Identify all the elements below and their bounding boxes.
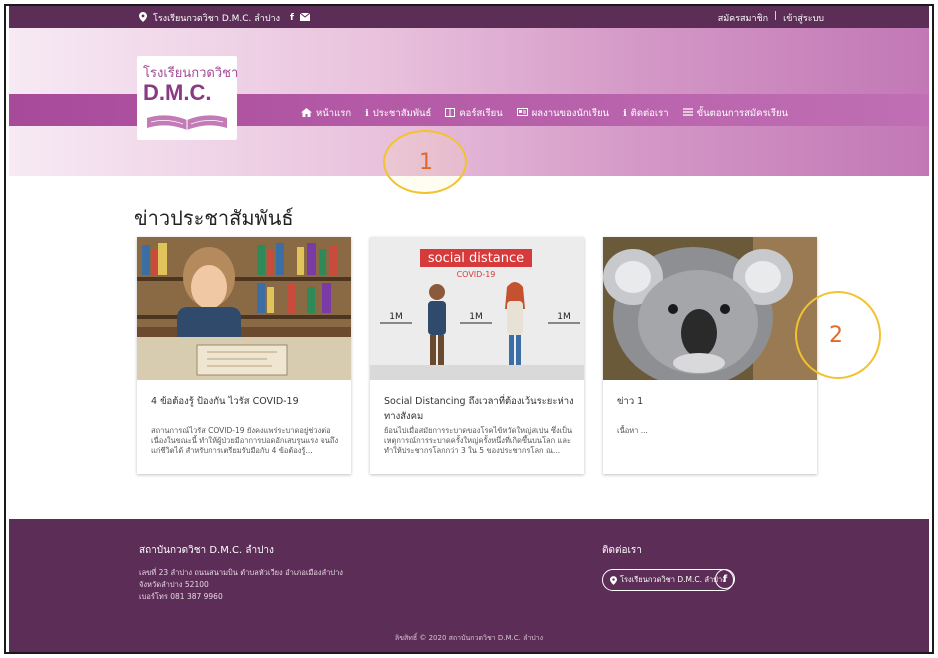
nav-label: ขั้นตอนการสมัครเรียน — [696, 108, 789, 119]
topbar-location-link[interactable]: โรงเรียนกวดวิชา D.M.C. ลำปาง — [153, 11, 280, 25]
home-icon — [301, 107, 312, 120]
card-image-social-distance[interactable]: social distance COVID-19 1M 1M 1M — [370, 237, 584, 380]
address-line: เลขที่ 23 ลำปาง ถนนสนามบิน ตำบลหัวเวียง … — [139, 568, 343, 577]
annotation-circle-2: 2 — [795, 291, 881, 379]
footer-contact-heading: ติดต่อเรา — [602, 545, 642, 556]
nav-label: ประชาสัมพันธ์ — [372, 108, 432, 119]
nav-item-home[interactable]: หน้าแรก — [301, 106, 351, 121]
phone-line: เบอร์โทร 081 387 9960 — [139, 592, 223, 601]
card-excerpt: สถานการณ์ไวรัส COVID-19 ยังคงแพร่ระบาดอย… — [151, 426, 339, 455]
book-icon — [445, 107, 456, 120]
annotation-circle-1: 1 — [383, 130, 467, 194]
logo-text-dmc: D.M.C. — [143, 80, 212, 105]
section-title: ข่าวประชาสัมพันธ์ — [134, 206, 294, 230]
card-title[interactable]: 4 ข้อต้องรู้ ป้องกัน ไวรัส COVID-19 — [151, 394, 341, 409]
main-nav: หน้าแรก i ประชาสัมพันธ์ คอร์สเรียน ผลงาน… — [301, 106, 788, 121]
login-link[interactable]: เข้าสู่ระบบ — [783, 11, 824, 25]
copyright: ลิขสิทธิ์ © 2020 สถาบันกวดวิชา D.M.C. ลำ… — [394, 634, 544, 642]
banner-text: social distance — [428, 251, 524, 266]
distance-label: 1M — [469, 312, 483, 322]
card-excerpt: เนื้อหา ... — [617, 426, 648, 435]
annotation-number: 2 — [829, 323, 843, 348]
page: โรงเรียนกวดวิชา D.M.C. ลำปาง f สมัครสมาช… — [9, 6, 929, 652]
site-logo[interactable]: โรงเรียนกวดวิชา D.M.C. — [137, 56, 238, 140]
news-card[interactable]: 4 ข้อต้องรู้ ป้องกัน ไวรัส COVID-19 สถาน… — [137, 237, 351, 474]
address-line: จังหวัดลำปาง 52100 — [139, 580, 209, 589]
separator: | — [774, 11, 778, 21]
footer-address: เลขที่ 23 ลำปาง ถนนสนามบิน ตำบลหัวเวียง … — [139, 567, 343, 603]
nav-label: คอร์สเรียน — [459, 108, 503, 119]
nav-item-news[interactable]: i ประชาสัมพันธ์ — [365, 106, 431, 121]
browser-frame: โรงเรียนกวดวิชา D.M.C. ลำปาง f สมัครสมาช… — [4, 4, 934, 654]
facebook-icon: f — [722, 573, 728, 585]
card-title[interactable]: ข่าว 1 — [617, 394, 807, 409]
top-bar: โรงเรียนกวดวิชา D.M.C. ลำปาง f สมัครสมาช… — [9, 6, 929, 28]
news-card[interactable]: ข่าว 1 เนื้อหา ... — [603, 237, 817, 474]
site-footer: สถาบันกวดวิชา D.M.C. ลำปาง เลขที่ 23 ลำป… — [9, 519, 929, 652]
card-title[interactable]: Social Distancing ถึงเวลาที่ต้องเว้นระยะ… — [384, 394, 574, 424]
mail-icon[interactable] — [299, 12, 311, 24]
footer-org-name: สถาบันกวดวิชา D.M.C. ลำปาง — [139, 545, 274, 556]
nav-label: หน้าแรก — [316, 108, 352, 119]
info-icon: i — [623, 108, 627, 119]
card-image-child-reading[interactable] — [137, 237, 351, 380]
list-icon — [682, 108, 693, 119]
nav-label: ติดต่อเรา — [630, 108, 669, 119]
map-pin-icon — [139, 11, 147, 25]
distance-label: 1M — [389, 312, 403, 322]
card-excerpt: ย้อนไปเมื่อสมัยการระบาดของโรคไข้หวัดใหญ่… — [384, 426, 573, 455]
nav-item-courses[interactable]: คอร์สเรียน — [445, 106, 503, 121]
nav-item-student-works[interactable]: ผลงานของนักเรียน — [516, 106, 610, 121]
banner-subtext: COVID-19 — [457, 270, 496, 279]
map-pin-icon — [610, 575, 617, 585]
news-card[interactable]: social distance COVID-19 1M 1M 1M Social… — [370, 237, 584, 474]
facebook-icon[interactable]: f — [290, 13, 294, 23]
site-header: โรงเรียนกวดวิชา D.M.C. หน้าแรก i ประชาสั… — [9, 28, 929, 194]
info-icon: i — [365, 108, 369, 119]
footer-location-label: โรงเรียนกวดวิชา D.M.C. ลำปาง — [620, 575, 726, 584]
annotation-number: 1 — [419, 150, 433, 175]
nav-item-apply-steps[interactable]: ขั้นตอนการสมัครเรียน — [682, 106, 789, 121]
nav-item-contact[interactable]: i ติดต่อเรา — [623, 106, 669, 121]
footer-facebook-button[interactable]: f — [715, 569, 735, 589]
nav-label: ผลงานของนักเรียน — [531, 108, 610, 119]
open-book-icon — [147, 115, 227, 130]
card-image-koala[interactable] — [603, 237, 817, 380]
id-card-icon — [516, 108, 528, 119]
footer-location-button[interactable]: โรงเรียนกวดวิชา D.M.C. ลำปาง — [602, 569, 734, 591]
distance-label: 1M — [557, 312, 571, 322]
register-link[interactable]: สมัครสมาชิก — [718, 11, 768, 25]
